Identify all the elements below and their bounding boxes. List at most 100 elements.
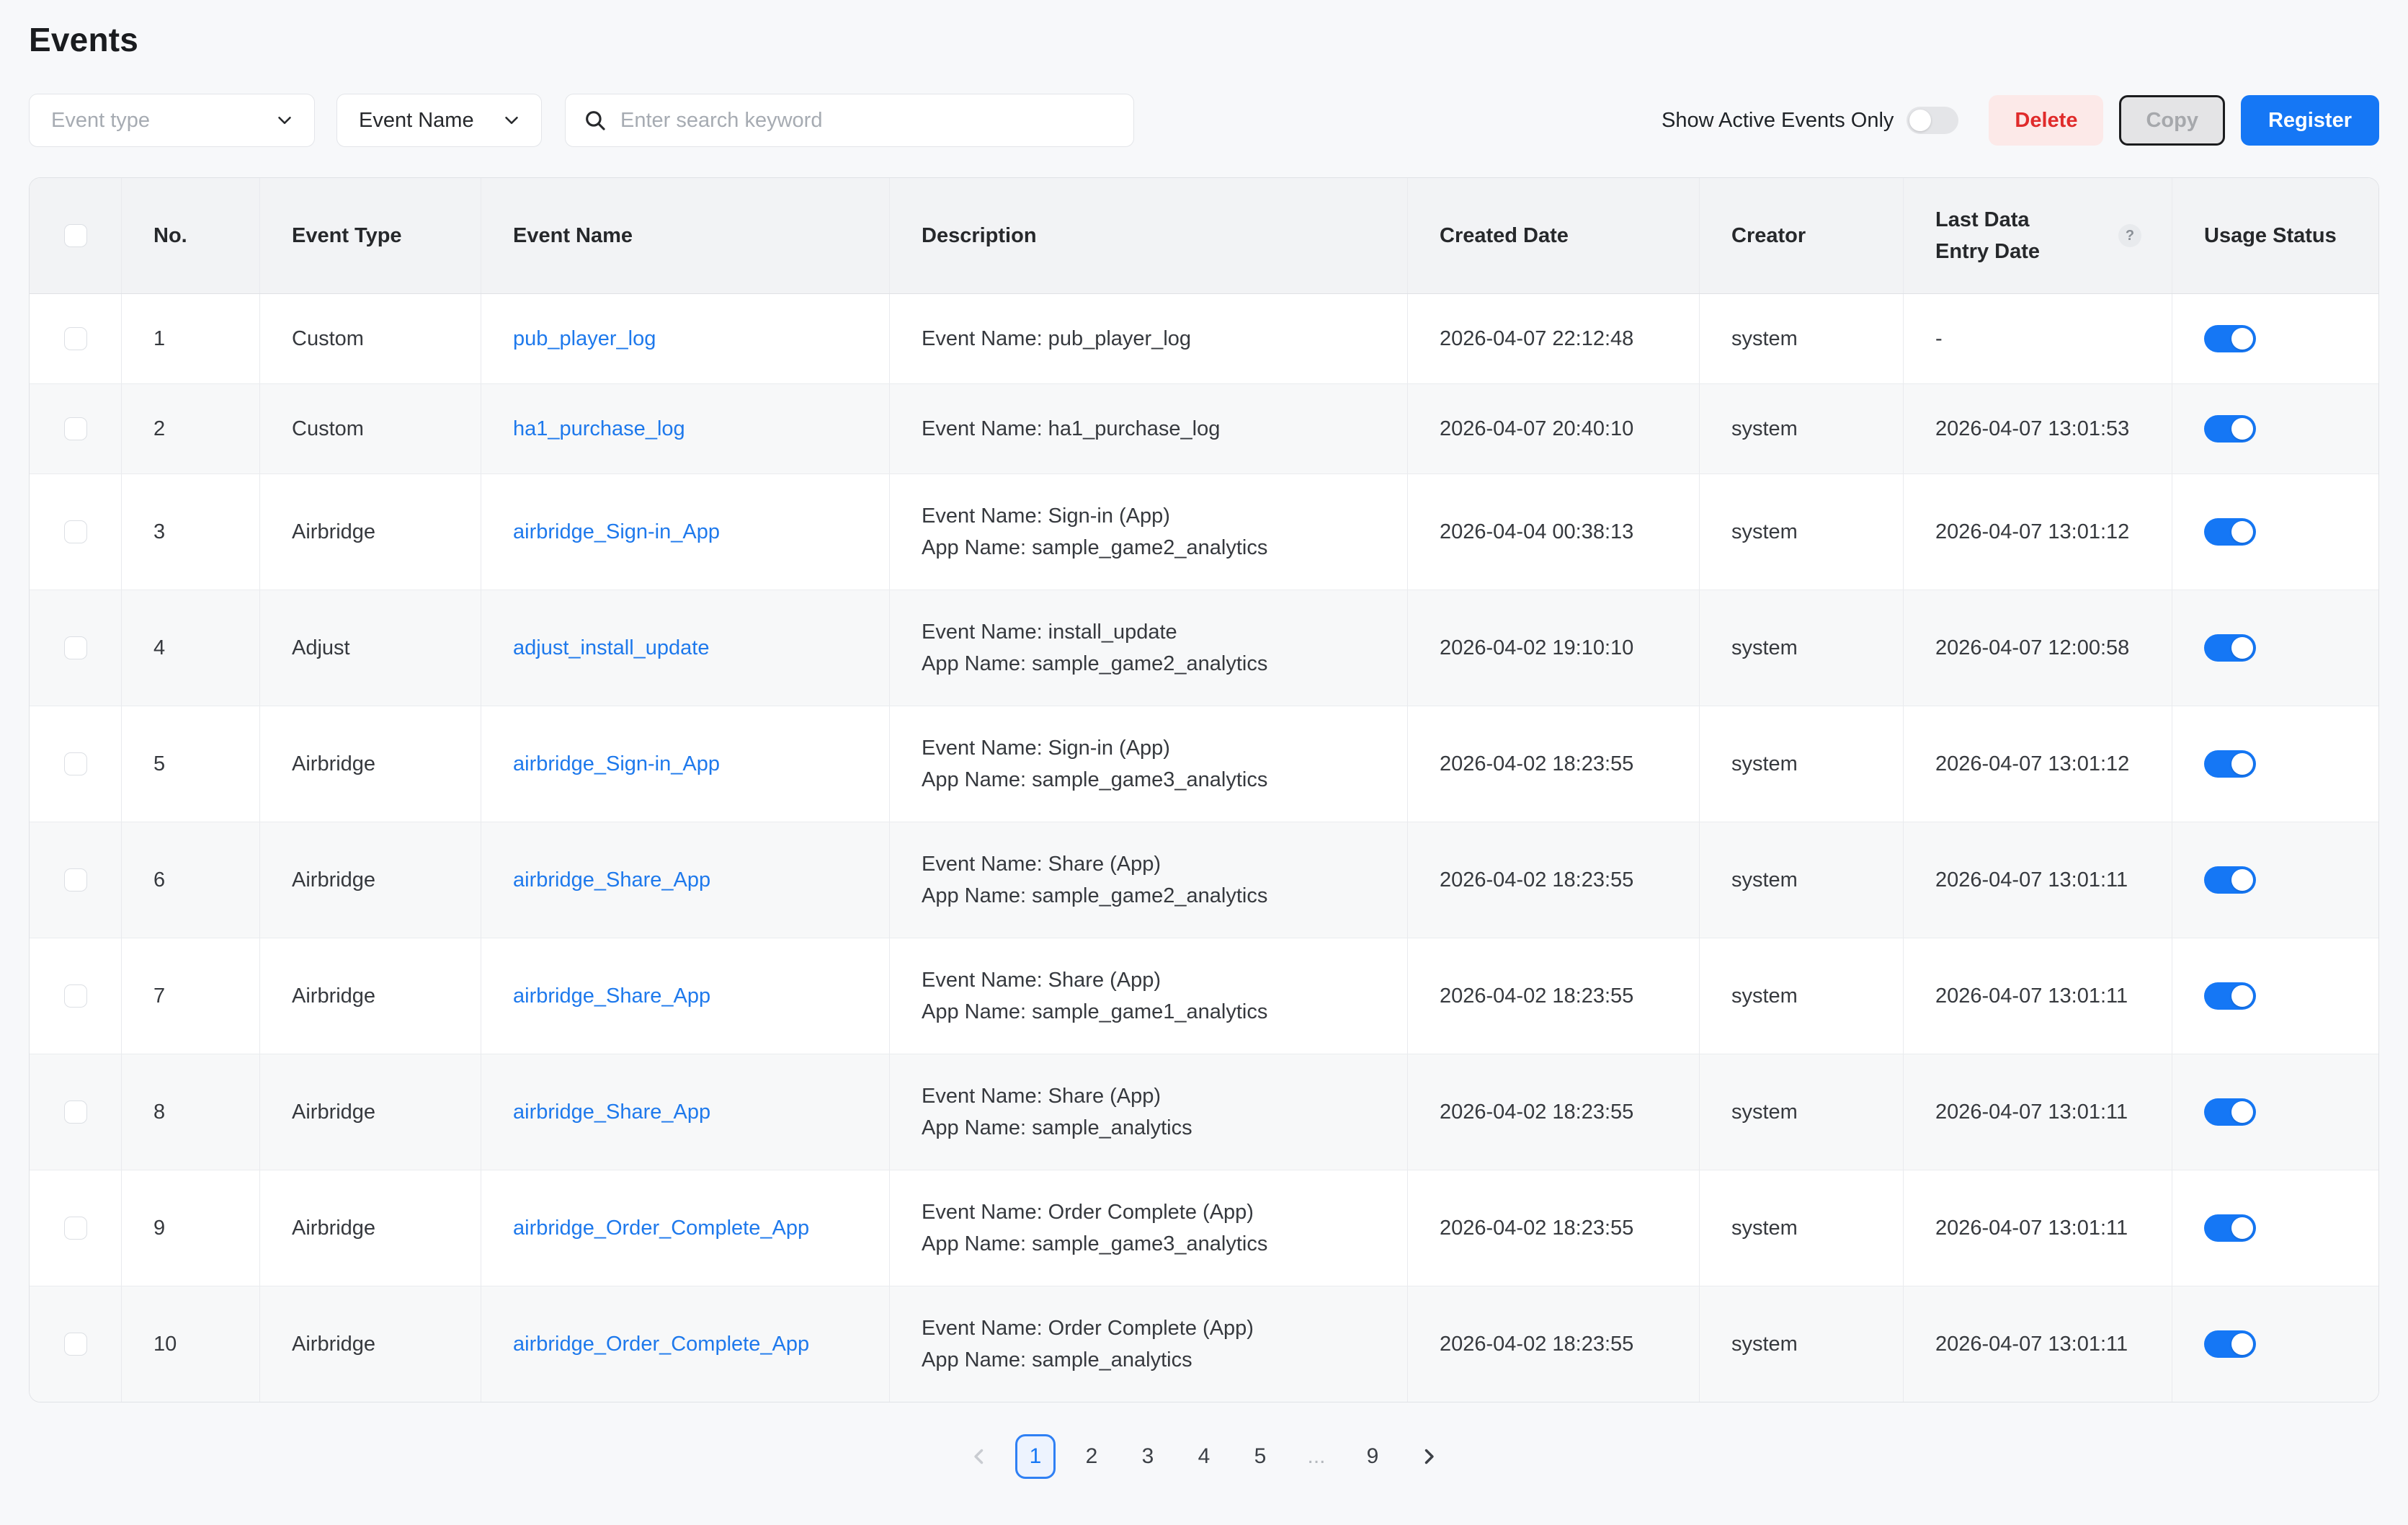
copy-button[interactable]: Copy (2119, 95, 2225, 146)
row-creator: system (1700, 294, 1904, 383)
usage-status-toggle[interactable] (2204, 866, 2256, 894)
column-header-usage-status: Usage Status (2172, 178, 2378, 293)
event-name-link[interactable]: airbridge_Order_Complete_App (513, 1212, 809, 1244)
column-header-no: No. (122, 178, 260, 293)
description-lines: Event Name: Sign-in (App)App Name: sampl… (922, 732, 1267, 796)
row-last-entry-date: 2026-04-07 13:01:11 (1904, 1170, 2172, 1286)
row-usage-status-cell (2172, 1286, 2378, 1402)
search-box (565, 94, 1134, 147)
usage-status-toggle[interactable] (2204, 415, 2256, 443)
pagination-page-3[interactable]: 3 (1128, 1434, 1168, 1479)
description-lines: Event Name: ha1_purchase_log (922, 413, 1220, 445)
row-checkbox[interactable] (64, 868, 87, 892)
row-no: 1 (122, 294, 260, 383)
event-name-link[interactable]: adjust_install_update (513, 632, 709, 664)
toggle-knob (2231, 418, 2253, 440)
row-event-type: Airbridge (260, 474, 481, 590)
description-line: Event Name: Share (App) (922, 964, 1267, 996)
pagination-page-1[interactable]: 1 (1015, 1434, 1056, 1479)
row-checkbox[interactable] (64, 1333, 87, 1356)
usage-status-toggle[interactable] (2204, 982, 2256, 1010)
usage-status-toggle[interactable] (2204, 634, 2256, 662)
row-event-name-cell: airbridge_Order_Complete_App (481, 1286, 890, 1402)
row-checkbox[interactable] (64, 984, 87, 1008)
usage-status-toggle[interactable] (2204, 325, 2256, 352)
row-no: 2 (122, 384, 260, 473)
row-last-entry-date: 2026-04-07 13:01:11 (1904, 822, 2172, 938)
row-description: Event Name: Share (App)App Name: sample_… (890, 1054, 1408, 1170)
row-created-date: 2026-04-07 22:12:48 (1408, 294, 1700, 383)
column-header-created-date: Created Date (1408, 178, 1700, 293)
row-event-type: Custom (260, 294, 481, 383)
usage-status-toggle[interactable] (2204, 518, 2256, 546)
row-checkbox[interactable] (64, 520, 87, 543)
row-event-type: Adjust (260, 590, 481, 706)
table-row: 5Airbridge airbridge_Sign-in_App Event Nam… (30, 706, 2378, 822)
event-name-link[interactable]: airbridge_Share_App (513, 1096, 710, 1128)
row-checkbox-cell (30, 822, 122, 938)
row-checkbox[interactable] (64, 1101, 87, 1124)
row-description: Event Name: Sign-in (App)App Name: sampl… (890, 706, 1408, 822)
row-last-entry-date: 2026-04-07 13:01:11 (1904, 1286, 2172, 1402)
toggle-knob (2231, 1333, 2253, 1355)
delete-button[interactable]: Delete (1989, 95, 2103, 146)
table-header: No. Event Type Event Name Description Cr… (30, 178, 2378, 294)
usage-status-toggle[interactable] (2204, 1330, 2256, 1358)
description-lines: Event Name: Order Complete (App)App Name… (922, 1196, 1267, 1260)
row-event-type: Airbridge (260, 706, 481, 822)
event-name-link[interactable]: pub_player_log (513, 323, 656, 355)
help-icon[interactable]: ? (2118, 224, 2141, 247)
usage-status-toggle[interactable] (2204, 1098, 2256, 1126)
pagination-page-9[interactable]: 9 (1352, 1434, 1393, 1479)
select-all-checkbox[interactable] (64, 224, 87, 247)
row-last-entry-date: 2026-04-07 13:01:11 (1904, 938, 2172, 1054)
event-name-link[interactable]: airbridge_Order_Complete_App (513, 1328, 809, 1360)
row-checkbox[interactable] (64, 1217, 87, 1240)
event-type-select[interactable]: Event type (29, 94, 315, 147)
row-checkbox[interactable] (64, 417, 87, 440)
row-no: 5 (122, 706, 260, 822)
row-usage-status-cell (2172, 822, 2378, 938)
show-active-toggle[interactable] (1907, 107, 1958, 134)
search-field-select[interactable]: Event Name (336, 94, 542, 147)
description-line: App Name: sample_game1_analytics (922, 996, 1267, 1028)
pagination: 12345...9 (29, 1434, 2379, 1479)
pagination-page-2[interactable]: 2 (1071, 1434, 1112, 1479)
row-created-date: 2026-04-07 20:40:10 (1408, 384, 1700, 473)
description-line: Event Name: Share (App) (922, 848, 1267, 880)
description-lines: Event Name: Order Complete (App)App Name… (922, 1312, 1254, 1376)
row-no: 7 (122, 938, 260, 1054)
event-name-link[interactable]: airbridge_Share_App (513, 864, 710, 896)
pagination-next-button[interactable] (1409, 1434, 1449, 1479)
search-input[interactable] (620, 109, 1116, 133)
toggle-knob (2231, 1101, 2253, 1123)
column-header-event-type: Event Type (260, 178, 481, 293)
register-button[interactable]: Register (2241, 95, 2379, 146)
row-checkbox[interactable] (64, 752, 87, 775)
row-checkbox[interactable] (64, 327, 87, 350)
toggle-knob (2231, 985, 2253, 1007)
description-lines: Event Name: Share (App)App Name: sample_… (922, 964, 1267, 1028)
description-line: Event Name: Order Complete (App) (922, 1312, 1254, 1344)
event-name-link[interactable]: ha1_purchase_log (513, 413, 685, 445)
event-name-link[interactable]: airbridge_Sign-in_App (513, 516, 720, 548)
row-last-entry-date: 2026-04-07 13:01:12 (1904, 706, 2172, 822)
usage-status-toggle[interactable] (2204, 1214, 2256, 1242)
row-no: 6 (122, 822, 260, 938)
pagination-page-4[interactable]: 4 (1184, 1434, 1224, 1479)
description-line: Event Name: Sign-in (App) (922, 500, 1267, 532)
description-lines: Event Name: Sign-in (App)App Name: sampl… (922, 500, 1267, 564)
search-icon (583, 108, 607, 133)
row-checkbox[interactable] (64, 636, 87, 659)
row-creator: system (1700, 938, 1904, 1054)
event-name-link[interactable]: airbridge_Sign-in_App (513, 748, 720, 780)
usage-status-toggle[interactable] (2204, 750, 2256, 778)
row-last-entry-date: 2026-04-07 13:01:12 (1904, 474, 2172, 590)
description-lines: Event Name: Share (App)App Name: sample_… (922, 848, 1267, 912)
row-checkbox-cell (30, 1286, 122, 1402)
row-checkbox-cell (30, 294, 122, 383)
event-name-link[interactable]: airbridge_Share_App (513, 980, 710, 1012)
row-last-entry-date: 2026-04-07 13:01:53 (1904, 384, 2172, 473)
pagination-page-5[interactable]: 5 (1240, 1434, 1280, 1479)
toggle-knob (2231, 1217, 2253, 1239)
